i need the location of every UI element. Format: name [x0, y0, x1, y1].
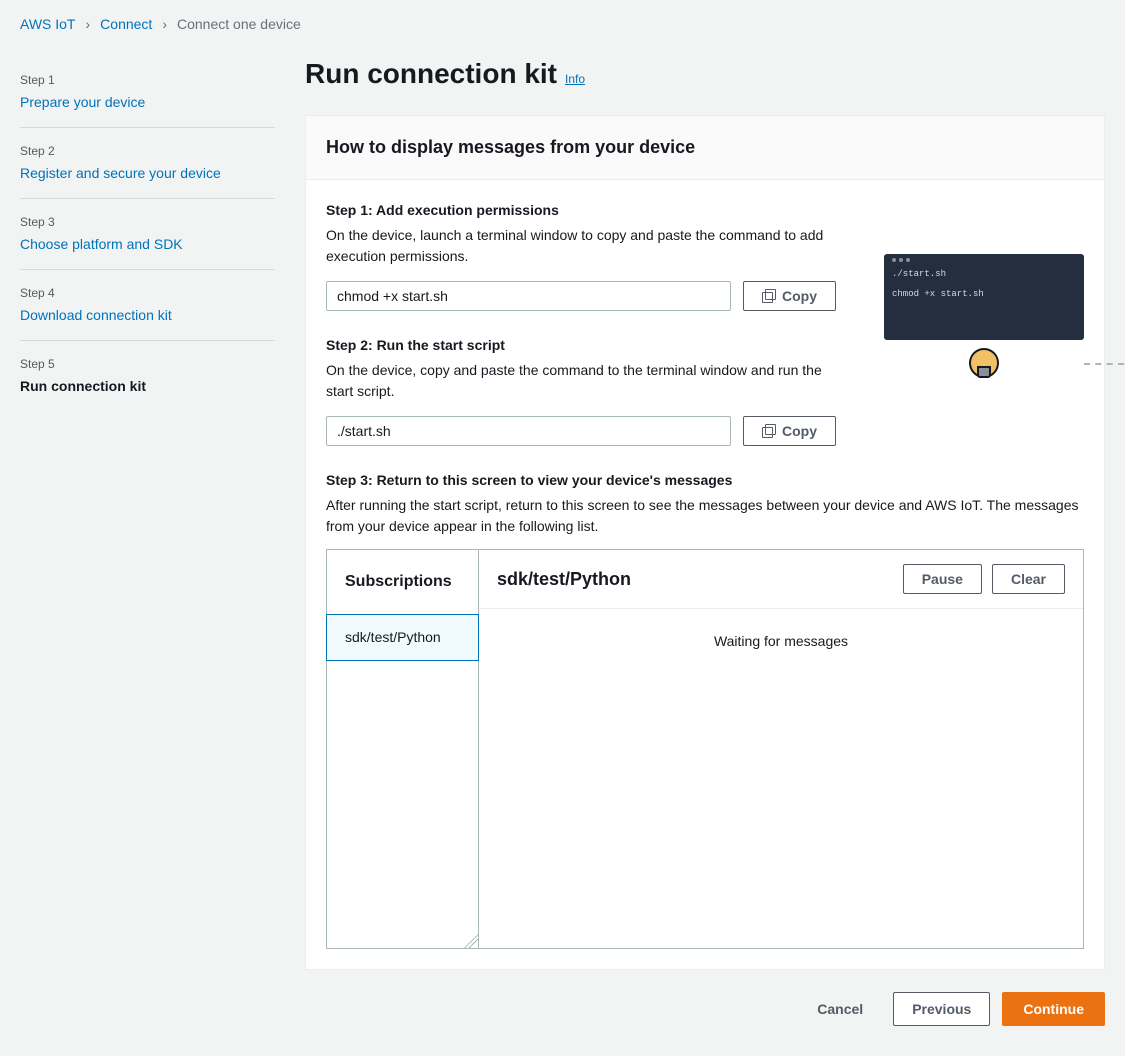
step-title: Choose platform and SDK	[20, 234, 275, 255]
step1-desc: On the device, launch a terminal window …	[326, 225, 836, 267]
terminal-line: chmod +x start.sh	[892, 288, 1076, 302]
subscription-item[interactable]: sdk/test/Python	[326, 614, 479, 661]
copy-icon	[762, 424, 776, 438]
copy-label: Copy	[782, 288, 817, 304]
clear-button[interactable]: Clear	[992, 564, 1065, 594]
step1-heading: Step 1: Add execution permissions	[326, 200, 836, 221]
step3-heading: Step 3: Return to this screen to view yo…	[326, 470, 1084, 491]
cancel-button[interactable]: Cancel	[799, 992, 881, 1026]
sidebar-step-1[interactable]: Step 1 Prepare your device	[20, 57, 275, 128]
subscriptions-column: Subscriptions sdk/test/Python	[327, 550, 479, 948]
messages-body: Waiting for messages	[479, 609, 1083, 948]
step3-desc: After running the start script, return t…	[326, 495, 1084, 537]
breadcrumb-current: Connect one device	[177, 14, 301, 35]
step2-block: Step 2: Run the start script On the devi…	[326, 335, 836, 446]
wizard-sidebar: Step 1 Prepare your device Step 2 Regist…	[20, 53, 275, 1026]
panel-header: How to display messages from your device	[306, 116, 1104, 180]
messages-panel: Subscriptions sdk/test/Python sdk/test/P…	[326, 549, 1084, 949]
terminal-illustration: ./start.sh chmod +x start.sh	[884, 254, 1084, 378]
chevron-right-icon: ›	[86, 14, 91, 35]
breadcrumb-aws-iot[interactable]: AWS IoT	[20, 14, 76, 35]
chevron-right-icon: ›	[162, 14, 167, 35]
main-content: Run connection kit Info How to display m…	[305, 53, 1105, 1026]
breadcrumb-connect[interactable]: Connect	[100, 14, 152, 35]
step-number: Step 4	[20, 284, 275, 302]
sidebar-step-2[interactable]: Step 2 Register and secure your device	[20, 128, 275, 199]
step-title: Run connection kit	[20, 376, 275, 397]
step-number: Step 1	[20, 71, 275, 89]
sidebar-step-4[interactable]: Step 4 Download connection kit	[20, 270, 275, 341]
waiting-text: Waiting for messages	[714, 631, 848, 652]
messages-topic: sdk/test/Python	[497, 566, 631, 593]
sidebar-step-5[interactable]: Step 5 Run connection kit	[20, 341, 275, 411]
step3-block: Step 3: Return to this screen to view yo…	[326, 470, 1084, 949]
instructions-panel: How to display messages from your device…	[305, 115, 1105, 970]
step2-desc: On the device, copy and paste the comman…	[326, 360, 836, 402]
step-title: Register and secure your device	[20, 163, 275, 184]
copy-icon	[762, 289, 776, 303]
step-number: Step 2	[20, 142, 275, 160]
step-number: Step 3	[20, 213, 275, 231]
pause-button[interactable]: Pause	[903, 564, 982, 594]
sidebar-step-3[interactable]: Step 3 Choose platform and SDK	[20, 199, 275, 270]
step-title: Prepare your device	[20, 92, 275, 113]
copy-start-button[interactable]: Copy	[743, 416, 836, 446]
messages-column: sdk/test/Python Pause Clear Waiting for …	[479, 550, 1083, 948]
subscriptions-header: Subscriptions	[327, 550, 478, 615]
step1-block: Step 1: Add execution permissions On the…	[326, 200, 836, 311]
breadcrumb: AWS IoT › Connect › Connect one device	[20, 14, 1105, 35]
previous-button[interactable]: Previous	[893, 992, 990, 1026]
page-title: Run connection kit Info	[305, 53, 1105, 95]
terminal-window: ./start.sh chmod +x start.sh	[884, 254, 1084, 340]
copy-label: Copy	[782, 423, 817, 439]
start-command-input[interactable]	[326, 416, 731, 446]
step-title: Download connection kit	[20, 305, 275, 326]
continue-button[interactable]: Continue	[1002, 992, 1105, 1026]
step2-heading: Step 2: Run the start script	[326, 335, 836, 356]
step-number: Step 5	[20, 355, 275, 373]
resize-handle-icon[interactable]	[464, 934, 478, 948]
copy-chmod-button[interactable]: Copy	[743, 281, 836, 311]
panel-heading: How to display messages from your device	[326, 134, 1084, 161]
wizard-footer: Cancel Previous Continue	[305, 992, 1105, 1026]
dashed-connector-icon	[1084, 363, 1124, 365]
window-controls-icon	[892, 258, 1076, 262]
lightbulb-icon	[969, 348, 999, 378]
info-link[interactable]: Info	[565, 70, 585, 88]
terminal-line: ./start.sh	[892, 268, 1076, 282]
chmod-command-input[interactable]	[326, 281, 731, 311]
